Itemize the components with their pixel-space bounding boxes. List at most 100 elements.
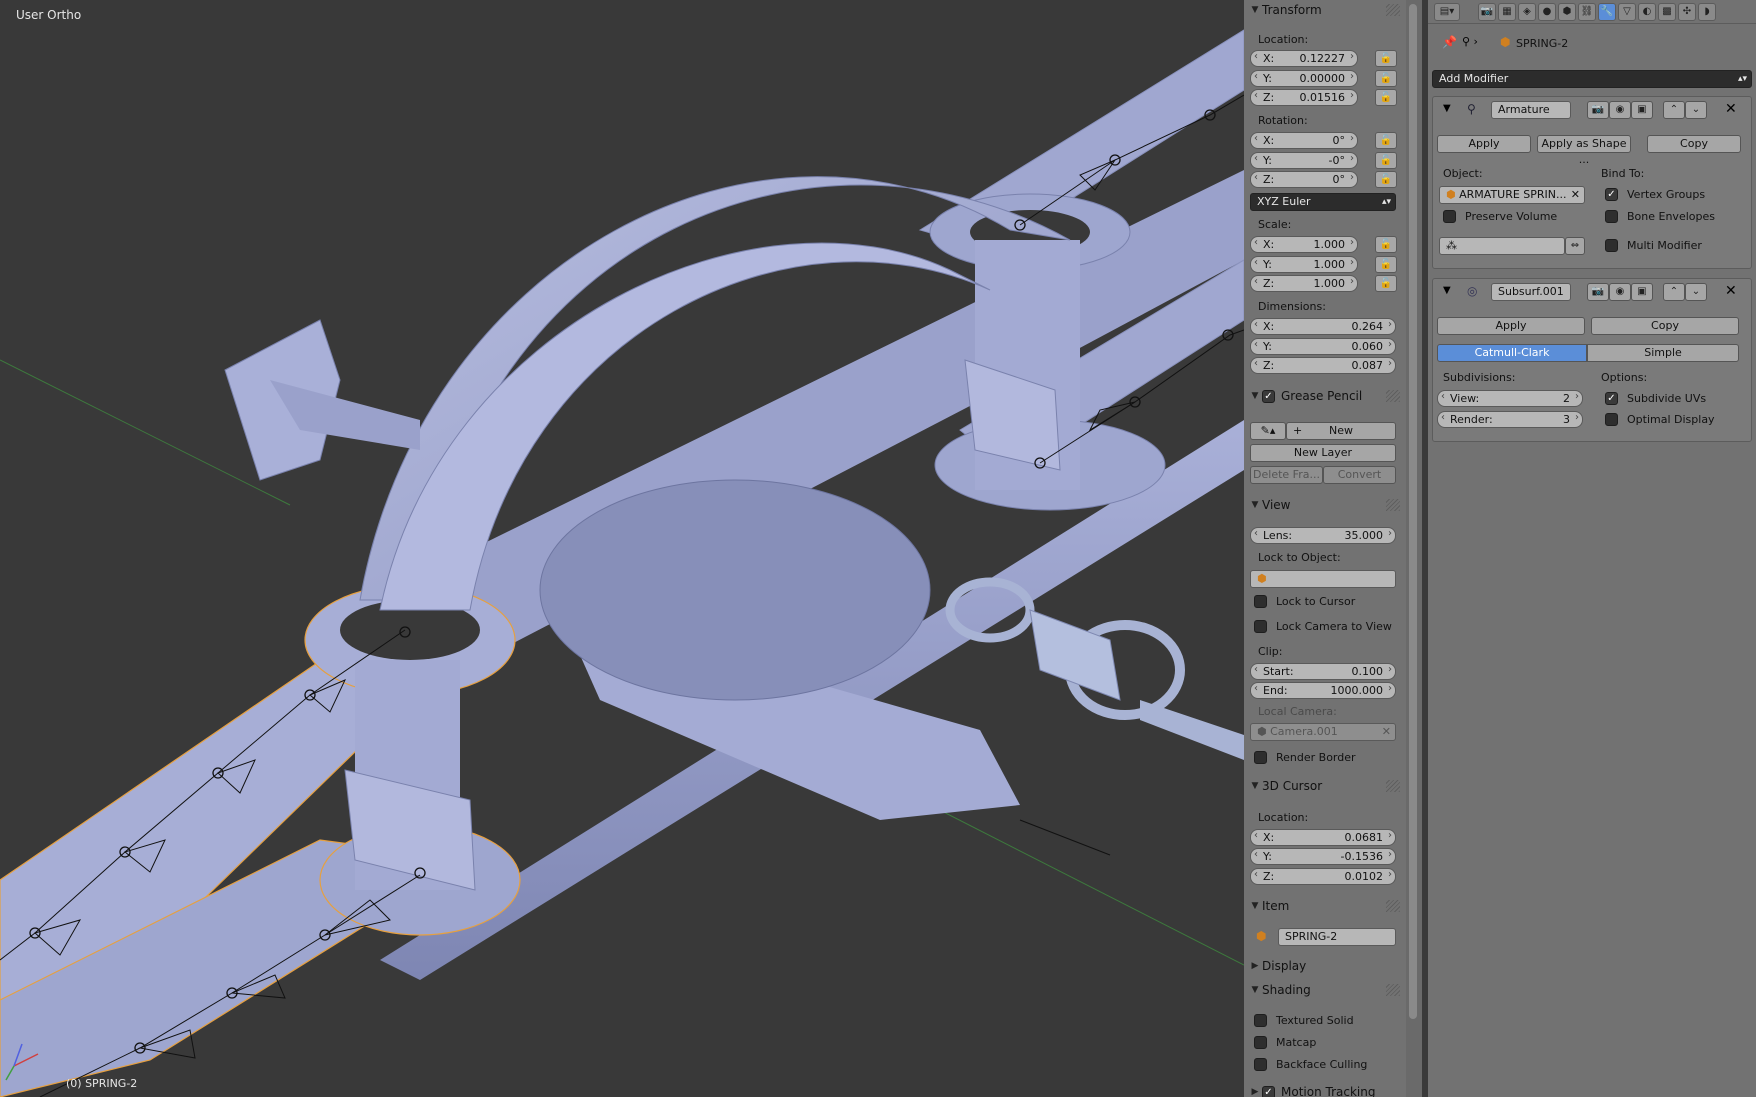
dimension-z-field[interactable]: Z: 0.087: [1250, 357, 1396, 374]
remove-modifier-close-icon[interactable]: ✕: [1725, 283, 1737, 299]
new-grease-pencil-button[interactable]: + New: [1286, 422, 1396, 440]
editmode-toggle-icon[interactable]: ▣: [1631, 101, 1653, 119]
lock-icon[interactable]: 🔓: [1375, 236, 1397, 253]
vertex-groups-checkbox[interactable]: ✓ Vertex Groups: [1605, 188, 1705, 201]
drag-grip-icon[interactable]: [1386, 984, 1400, 996]
scale-z-field[interactable]: Z: 1.000: [1250, 275, 1358, 292]
subsurf-name-field[interactable]: Subsurf.001: [1491, 283, 1571, 301]
lock-to-cursor-checkbox[interactable]: Lock to Cursor: [1254, 595, 1355, 608]
textured-solid-checkbox[interactable]: Textured Solid: [1254, 1014, 1354, 1027]
view-panel-header[interactable]: ▼ View: [1248, 495, 1402, 515]
lock-icon[interactable]: 🔓: [1375, 132, 1397, 149]
move-up-icon[interactable]: ⌃: [1663, 101, 1685, 119]
render-toggle-icon[interactable]: 📷: [1587, 101, 1609, 119]
drag-grip-icon[interactable]: [1386, 900, 1400, 912]
armature-apply-button[interactable]: Apply: [1437, 135, 1531, 153]
constraints-tab-icon[interactable]: ⛓: [1578, 3, 1596, 21]
cursor-panel-header[interactable]: ▼ 3D Cursor: [1248, 776, 1402, 796]
convert-button[interactable]: Convert: [1323, 466, 1396, 484]
invert-arrows-icon[interactable]: ⇔: [1565, 237, 1585, 255]
motion-tracking-panel-header[interactable]: ▶ ✓ Motion Tracking: [1248, 1082, 1402, 1097]
optimal-display-checkbox[interactable]: Optimal Display: [1605, 413, 1715, 426]
scale-x-field[interactable]: X: 1.000: [1250, 236, 1358, 253]
local-camera-field[interactable]: ⬢ Camera.001 ✕: [1250, 723, 1396, 741]
cursor-z-field[interactable]: Z: 0.0102: [1250, 868, 1396, 885]
collapse-triangle-icon[interactable]: ▼: [1443, 285, 1451, 296]
display-panel-header[interactable]: ▶ Display: [1248, 956, 1402, 976]
grease-pencil-panel-header[interactable]: ▼ ✓ Grease Pencil: [1248, 386, 1402, 406]
rotation-x-field[interactable]: X: 0°: [1250, 132, 1358, 149]
scrollbar-thumb[interactable]: [1409, 4, 1417, 1019]
rotation-z-field[interactable]: Z: 0°: [1250, 171, 1358, 188]
material-tab-icon[interactable]: ◐: [1638, 3, 1656, 21]
subdivide-uvs-checkbox[interactable]: ✓ Subdivide UVs: [1605, 392, 1706, 405]
subsurf-view-levels-field[interactable]: View: 2: [1437, 390, 1583, 407]
delete-frame-button[interactable]: Delete Fra...: [1250, 466, 1323, 484]
subsurf-apply-button[interactable]: Apply: [1437, 317, 1585, 335]
viewport-eye-icon[interactable]: ◉: [1609, 101, 1631, 119]
lock-icon[interactable]: 🔓: [1375, 89, 1397, 106]
remove-modifier-close-icon[interactable]: ✕: [1725, 101, 1737, 117]
cursor-x-field[interactable]: X: 0.0681: [1250, 829, 1396, 846]
backface-culling-checkbox[interactable]: Backface Culling: [1254, 1058, 1367, 1071]
trap-model-render[interactable]: [0, 0, 1244, 1097]
new-layer-button[interactable]: New Layer: [1250, 444, 1396, 462]
render-toggle-icon[interactable]: 📷: [1587, 283, 1609, 301]
vertex-group-field[interactable]: ⁂: [1439, 237, 1565, 255]
render-tab-icon[interactable]: 📷: [1478, 3, 1496, 21]
clip-start-field[interactable]: Start: 0.100: [1250, 663, 1396, 680]
lock-icon[interactable]: 🔓: [1375, 50, 1397, 67]
dimension-y-field[interactable]: Y: 0.060: [1250, 338, 1396, 355]
item-name-field[interactable]: SPRING-2: [1278, 928, 1396, 946]
move-down-icon[interactable]: ⌄: [1685, 101, 1707, 119]
editor-type-icon[interactable]: ▤▾: [1434, 3, 1460, 21]
bone-envelopes-checkbox[interactable]: Bone Envelopes: [1605, 210, 1715, 223]
pencil-icon[interactable]: ✎▴: [1250, 422, 1286, 440]
motion-tracking-toggle[interactable]: ✓: [1262, 1085, 1281, 1097]
world-tab-icon[interactable]: ●: [1538, 3, 1556, 21]
grease-pencil-toggle[interactable]: ✓: [1262, 389, 1281, 403]
dimension-x-field[interactable]: X: 0.264: [1250, 318, 1396, 335]
pin-icon[interactable]: 📌: [1442, 35, 1457, 49]
lock-icon[interactable]: 🔓: [1375, 171, 1397, 188]
lock-camera-checkbox[interactable]: Lock Camera to View: [1254, 620, 1392, 633]
data-tab-icon[interactable]: ▽: [1618, 3, 1636, 21]
armature-object-field[interactable]: ⬢ ARMATURE SPRIN... ✕: [1439, 186, 1585, 204]
drag-grip-icon[interactable]: [1386, 499, 1400, 511]
preserve-volume-checkbox[interactable]: Preserve Volume: [1443, 210, 1557, 223]
rotation-mode-select[interactable]: XYZ Euler ▴▾: [1250, 193, 1396, 211]
item-panel-header[interactable]: ▼ Item: [1248, 896, 1402, 916]
scene-tab-icon[interactable]: ◈: [1518, 3, 1536, 21]
render-layers-tab-icon[interactable]: ▦: [1498, 3, 1516, 21]
shading-panel-header[interactable]: ▼ Shading: [1248, 980, 1402, 1000]
drag-grip-icon[interactable]: [1386, 4, 1400, 16]
modifiers-tab-icon[interactable]: 🔧: [1598, 3, 1616, 21]
physics-tab-icon[interactable]: ◗: [1698, 3, 1716, 21]
multi-modifier-checkbox[interactable]: Multi Modifier: [1605, 239, 1702, 252]
drag-grip-icon[interactable]: [1386, 780, 1400, 792]
catmull-clark-toggle[interactable]: Catmull-Clark: [1437, 344, 1587, 362]
lock-object-field[interactable]: ⬢: [1250, 570, 1396, 588]
lock-icon[interactable]: 🔓: [1375, 256, 1397, 273]
3d-viewport[interactable]: User Ortho (0) SPRING-2: [0, 0, 1244, 1097]
clear-x-icon[interactable]: ✕: [1571, 187, 1580, 203]
location-y-field[interactable]: Y: 0.00000: [1250, 70, 1358, 87]
armature-name-field[interactable]: Armature: [1491, 101, 1571, 119]
clip-end-field[interactable]: End: 1000.000: [1250, 682, 1396, 699]
lock-icon[interactable]: 🔓: [1375, 70, 1397, 87]
sidebar-scrollbar[interactable]: [1406, 0, 1422, 1097]
particles-tab-icon[interactable]: ✣: [1678, 3, 1696, 21]
transform-panel-header[interactable]: ▼ Transform: [1248, 0, 1402, 20]
subsurf-copy-button[interactable]: Copy: [1591, 317, 1739, 335]
simple-toggle[interactable]: Simple: [1587, 344, 1739, 362]
viewport-eye-icon[interactable]: ◉: [1609, 283, 1631, 301]
lens-field[interactable]: Lens: 35.000: [1250, 527, 1396, 544]
scale-y-field[interactable]: Y: 1.000: [1250, 256, 1358, 273]
add-modifier-select[interactable]: Add Modifier ▴▾: [1432, 70, 1752, 88]
object-tab-icon[interactable]: ⬢: [1558, 3, 1576, 21]
move-down-icon[interactable]: ⌄: [1685, 283, 1707, 301]
matcap-checkbox[interactable]: Matcap: [1254, 1036, 1316, 1049]
move-up-icon[interactable]: ⌃: [1663, 283, 1685, 301]
lock-icon[interactable]: 🔓: [1375, 275, 1397, 292]
collapse-triangle-icon[interactable]: ▼: [1443, 103, 1451, 114]
